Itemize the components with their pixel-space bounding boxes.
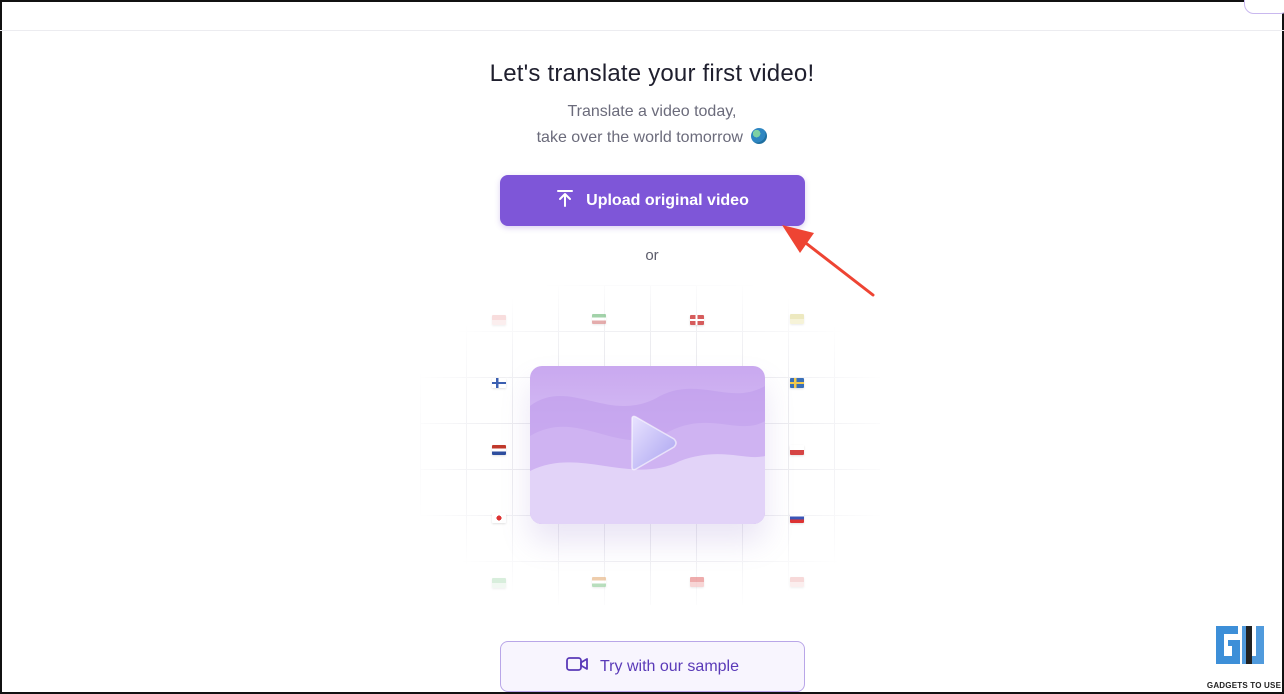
flag-icon xyxy=(790,577,804,587)
upload-button-label: Upload original video xyxy=(586,191,749,209)
flag-icon xyxy=(790,314,804,324)
flag-icon xyxy=(492,378,506,388)
play-icon xyxy=(631,415,677,471)
flag-icon xyxy=(492,445,506,455)
try-sample-button[interactable]: Try with our sample xyxy=(500,641,805,692)
video-thumbnail xyxy=(530,366,765,524)
header-divider xyxy=(0,30,1284,31)
flag-icon xyxy=(790,445,804,455)
header-corner-button[interactable] xyxy=(1244,0,1284,14)
flag-icon xyxy=(690,315,704,325)
watermark-logo: GADGETS TO USE xyxy=(1206,622,1282,692)
upload-original-video-button[interactable]: Upload original video xyxy=(500,175,805,226)
watermark-text: GADGETS TO USE xyxy=(1206,681,1282,690)
flag-icon xyxy=(790,378,804,388)
flag-icon xyxy=(690,577,704,587)
video-camera-icon xyxy=(566,656,588,677)
flag-icon xyxy=(492,513,506,523)
or-divider-text: or xyxy=(645,247,659,264)
flag-icon xyxy=(492,578,506,588)
upload-arrow-icon xyxy=(556,189,574,212)
video-illustration xyxy=(420,285,880,605)
page-title: Let's translate your first video! xyxy=(489,60,815,87)
flag-icon xyxy=(790,513,804,523)
page-subtitle-line-2: take over the world tomorrow xyxy=(0,128,1284,147)
flag-icon xyxy=(492,315,506,325)
page-subtitle-line-1: Translate a video today, xyxy=(567,103,737,120)
gadgets-to-use-logo-icon xyxy=(1212,622,1276,668)
flag-icon xyxy=(592,314,606,324)
flag-icon xyxy=(592,577,606,587)
subtitle-text: take over the world tomorrow xyxy=(536,129,743,146)
sample-button-label: Try with our sample xyxy=(600,657,739,675)
globe-icon xyxy=(751,128,768,144)
